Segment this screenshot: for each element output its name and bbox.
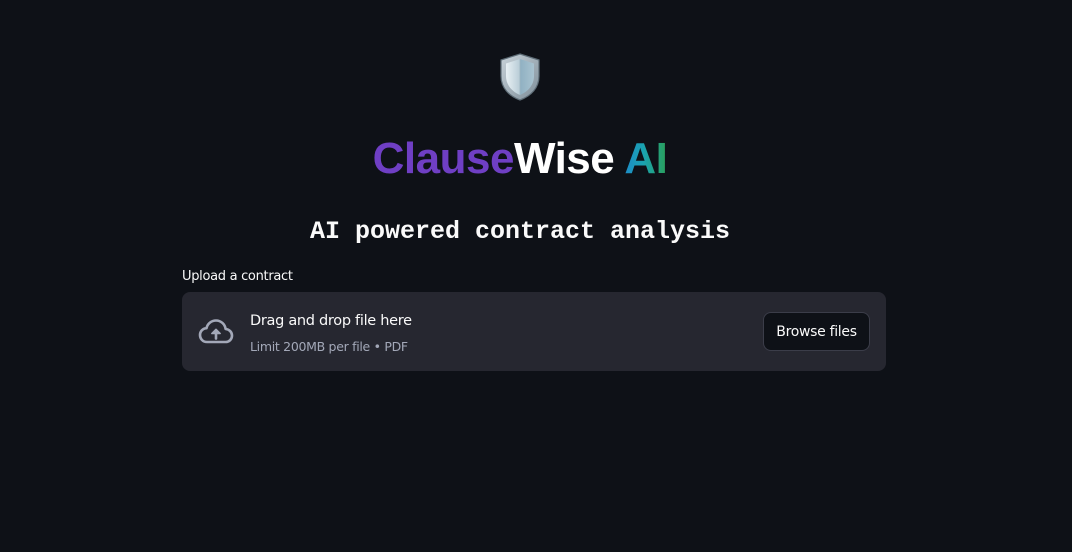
upload-label: Upload a contract bbox=[182, 269, 293, 284]
title-clause: Clause bbox=[372, 134, 515, 183]
app-page: ClauseWise AI AI powered contract analys… bbox=[0, 0, 1072, 552]
app-title: ClauseWise AI bbox=[0, 133, 1040, 185]
dropzone-instructions: Drag and drop file here bbox=[250, 313, 412, 329]
dropzone-limit-text: Limit 200MB per file • PDF bbox=[250, 339, 408, 354]
file-dropzone[interactable]: Drag and drop file here Limit 200MB per … bbox=[182, 292, 886, 371]
browse-files-button[interactable]: Browse files bbox=[763, 312, 870, 351]
title-ai: AI bbox=[614, 134, 668, 183]
shield-icon bbox=[498, 52, 542, 102]
title-wise: Wise bbox=[513, 134, 615, 183]
app-subtitle: AI powered contract analysis bbox=[309, 217, 731, 246]
cloud-upload-icon bbox=[198, 317, 234, 347]
